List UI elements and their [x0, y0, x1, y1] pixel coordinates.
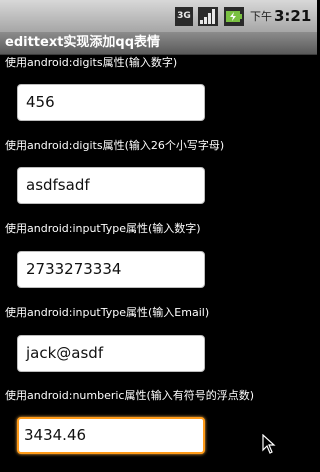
app-title: edittext实现添加qq表情 [5, 35, 161, 50]
lowercase-letters-input[interactable]: asdfsadf [17, 167, 205, 204]
lowercase-label: 使用android:digits属性(输入26个小写字母) [5, 139, 225, 152]
inputtype-number-input[interactable]: 2733273334 [17, 251, 205, 288]
status-time: 3:21 [274, 7, 312, 25]
inputtype-number-label: 使用android:inputType属性(输入数字) [5, 222, 201, 235]
signed-float-label: 使用android:numberic属性(输入有符号的浮点数) [5, 389, 255, 402]
status-bar: 3G 下午 3:21 [0, 0, 317, 32]
3g-icon: 3G [175, 7, 193, 26]
signal-icon [198, 7, 218, 26]
signed-float-input[interactable]: 3434.46 [17, 417, 205, 454]
battery-charging-icon [224, 7, 244, 26]
title-bar: edittext实现添加qq表情 [0, 32, 317, 55]
email-label: 使用android:inputType属性(输入Email) [5, 306, 210, 319]
mouse-pointer-icon [262, 434, 276, 454]
digits-label: 使用android:digits属性(输入数字) [5, 56, 178, 69]
email-input[interactable]: jack@asdf [17, 335, 205, 372]
status-time-prefix: 下午 [250, 10, 272, 23]
digits-number-input[interactable]: 456 [17, 84, 205, 121]
